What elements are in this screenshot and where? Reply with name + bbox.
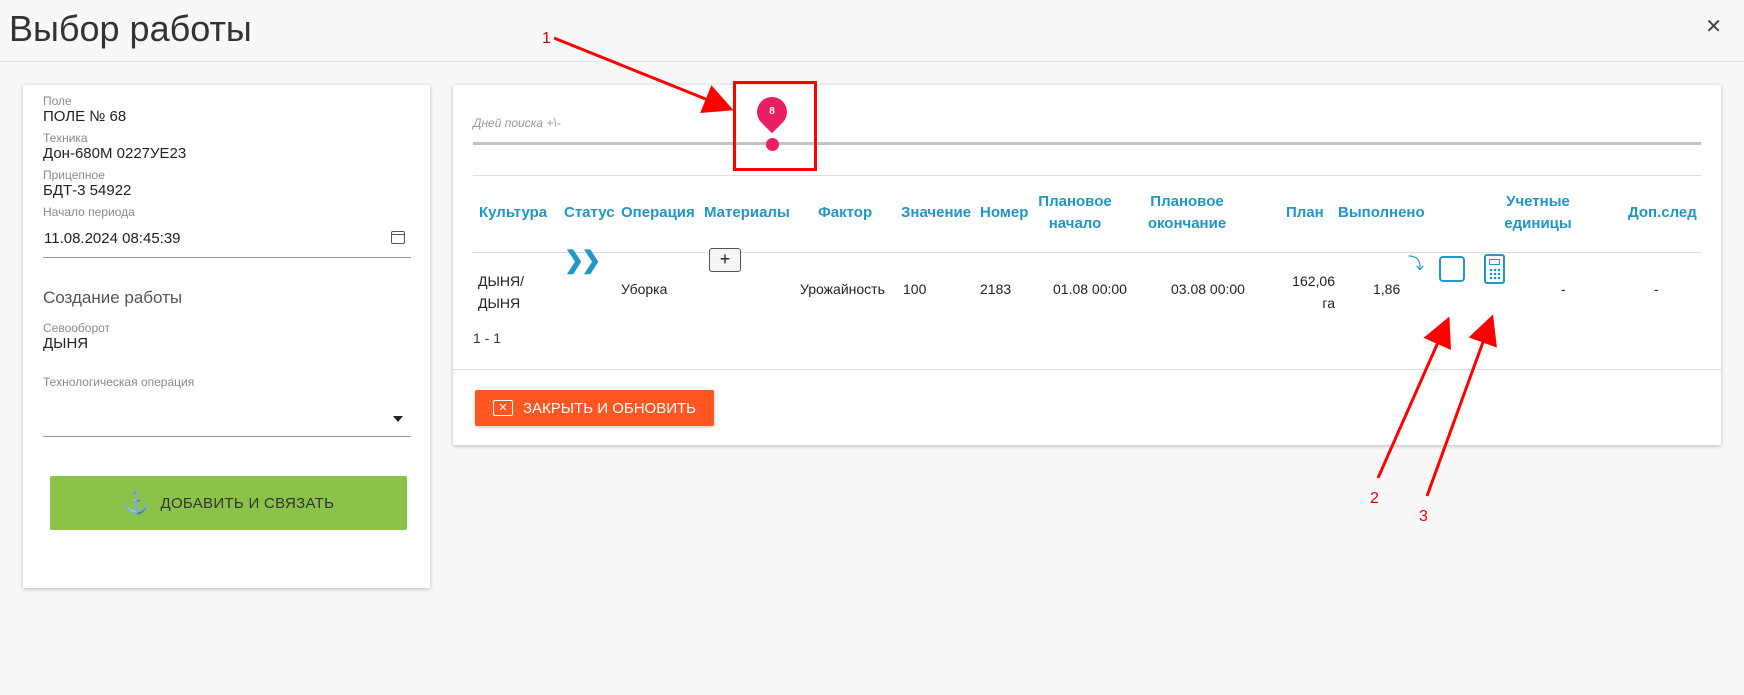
cell-plan-end: 03.08 00:00 (1171, 281, 1245, 297)
header-units-line1: Учетные (1506, 193, 1570, 210)
cell-done: 1,86 (1373, 281, 1401, 297)
header-value[interactable]: Значение (901, 202, 971, 224)
header-culture[interactable]: Культура (479, 202, 547, 224)
operation-label: Технологическая операция (43, 375, 195, 389)
cell-value: 100 (903, 281, 927, 297)
calculator-keys (1489, 268, 1501, 280)
close-box-icon: ✕ (492, 400, 513, 416)
header-plan-start-line2: начало (1048, 215, 1102, 232)
close-and-refresh-label: ЗАКРЫТЬ И ОБНОВИТЬ (522, 399, 696, 417)
cell-plan-line1: 162,06 (1292, 273, 1335, 289)
machine-value: Дон-680М 0227УЕ23 (43, 145, 187, 162)
header-number[interactable]: Номер (980, 202, 1028, 224)
cell-culture-line1: ДЫНЯ/ (478, 273, 524, 289)
add-and-link-label: ДОБАВИТЬ И СВЯЗАТЬ (160, 494, 335, 512)
search-days-slider[interactable] (473, 142, 1701, 145)
status-chevron-icon[interactable]: ❯❯ (564, 246, 601, 275)
machine-label: Техника (43, 131, 88, 145)
annotation-number-1: 1 (542, 30, 551, 47)
cell-plan: 162,06 га (1279, 270, 1335, 314)
calendar-icon[interactable] (391, 231, 405, 244)
annotation-number-2: 2 (1370, 490, 1379, 507)
cell-extra: - (1654, 281, 1659, 297)
search-days-label: Дней поиска +\- (473, 116, 561, 130)
trailer-label: Прицепное (43, 168, 105, 182)
header-plan-end[interactable]: Плановое окончание (1137, 191, 1237, 235)
period-label: Начало периода (43, 205, 135, 219)
rotation-value: ДЫНЯ (43, 335, 89, 352)
cell-number: 2183 (980, 281, 1012, 297)
chevron-down-icon[interactable] (393, 416, 403, 422)
anchor-icon: ⚓ (122, 490, 151, 515)
header-factor[interactable]: Фактор (818, 202, 872, 224)
cell-units: - (1561, 281, 1566, 297)
close-and-refresh-button[interactable]: ✕ ЗАКРЫТЬ И ОБНОВИТЬ (475, 390, 714, 426)
operation-select[interactable] (43, 395, 411, 437)
rotation-label: Севооборот (43, 321, 111, 335)
header-plan[interactable]: План (1286, 202, 1324, 224)
divider (473, 252, 1701, 253)
cell-culture-line2: ДЫНЯ (478, 295, 521, 311)
work-form-panel: Поле ПОЛЕ № 68 Техника Дон-680М 0227УЕ23… (23, 85, 430, 588)
cell-operation: Уборка (621, 281, 668, 297)
divider (453, 369, 1721, 370)
cell-plan-start: 01.08 00:00 (1053, 281, 1127, 297)
add-and-link-button[interactable]: ⚓ ДОБАВИТЬ И СВЯЗАТЬ (50, 476, 407, 530)
calculator-screen (1489, 259, 1500, 265)
select-row-checkbox[interactable] (1439, 256, 1465, 282)
cell-culture: ДЫНЯ/ДЫНЯ (478, 270, 524, 314)
done-link-arrow-icon[interactable]: ⤵ (1408, 250, 1424, 274)
calculator-icon[interactable] (1484, 254, 1505, 284)
divider (473, 175, 1701, 176)
header-operation[interactable]: Операция (621, 202, 695, 224)
header-units-line2: единицы (1504, 215, 1572, 232)
works-panel: Дней поиска +\- 8 Культура Статус Операц… (453, 81, 1721, 445)
add-material-button[interactable]: + (709, 248, 741, 272)
field-label: Поле (43, 94, 72, 108)
field-value: ПОЛЕ № 68 (43, 108, 127, 125)
header-plan-end-line1: Плановое (1150, 193, 1224, 210)
header-plan-start[interactable]: Плановое начало (1025, 191, 1125, 235)
cell-factor: Урожайность (800, 281, 885, 297)
annotation-number-3: 3 (1419, 508, 1428, 525)
cell-plan-line2: га (1322, 295, 1335, 311)
annotation-highlight-box (733, 81, 817, 171)
header-plan-start-line1: Плановое (1038, 193, 1112, 210)
create-work-title: Создание работы (43, 288, 183, 307)
period-start-value[interactable]: 11.08.2024 08:45:39 (44, 230, 181, 247)
header-status[interactable]: Статус (564, 202, 615, 224)
dialog-header: Выбор работы ✕ (0, 0, 1744, 62)
pagination-info: 1 - 1 (473, 330, 502, 346)
header-done[interactable]: Выполнено (1338, 202, 1425, 224)
period-start-field[interactable]: 11.08.2024 08:45:39 (43, 221, 411, 258)
header-extra[interactable]: Доп.след (1628, 202, 1697, 224)
dialog-title: Выбор работы (9, 8, 252, 49)
close-icon[interactable]: ✕ (1705, 14, 1722, 39)
header-plan-end-line2: окончание (1147, 215, 1227, 232)
header-units[interactable]: Учетные единицы (1493, 191, 1583, 235)
header-materials[interactable]: Материалы (704, 202, 790, 224)
trailer-value: БДТ-3 54922 (43, 182, 132, 199)
